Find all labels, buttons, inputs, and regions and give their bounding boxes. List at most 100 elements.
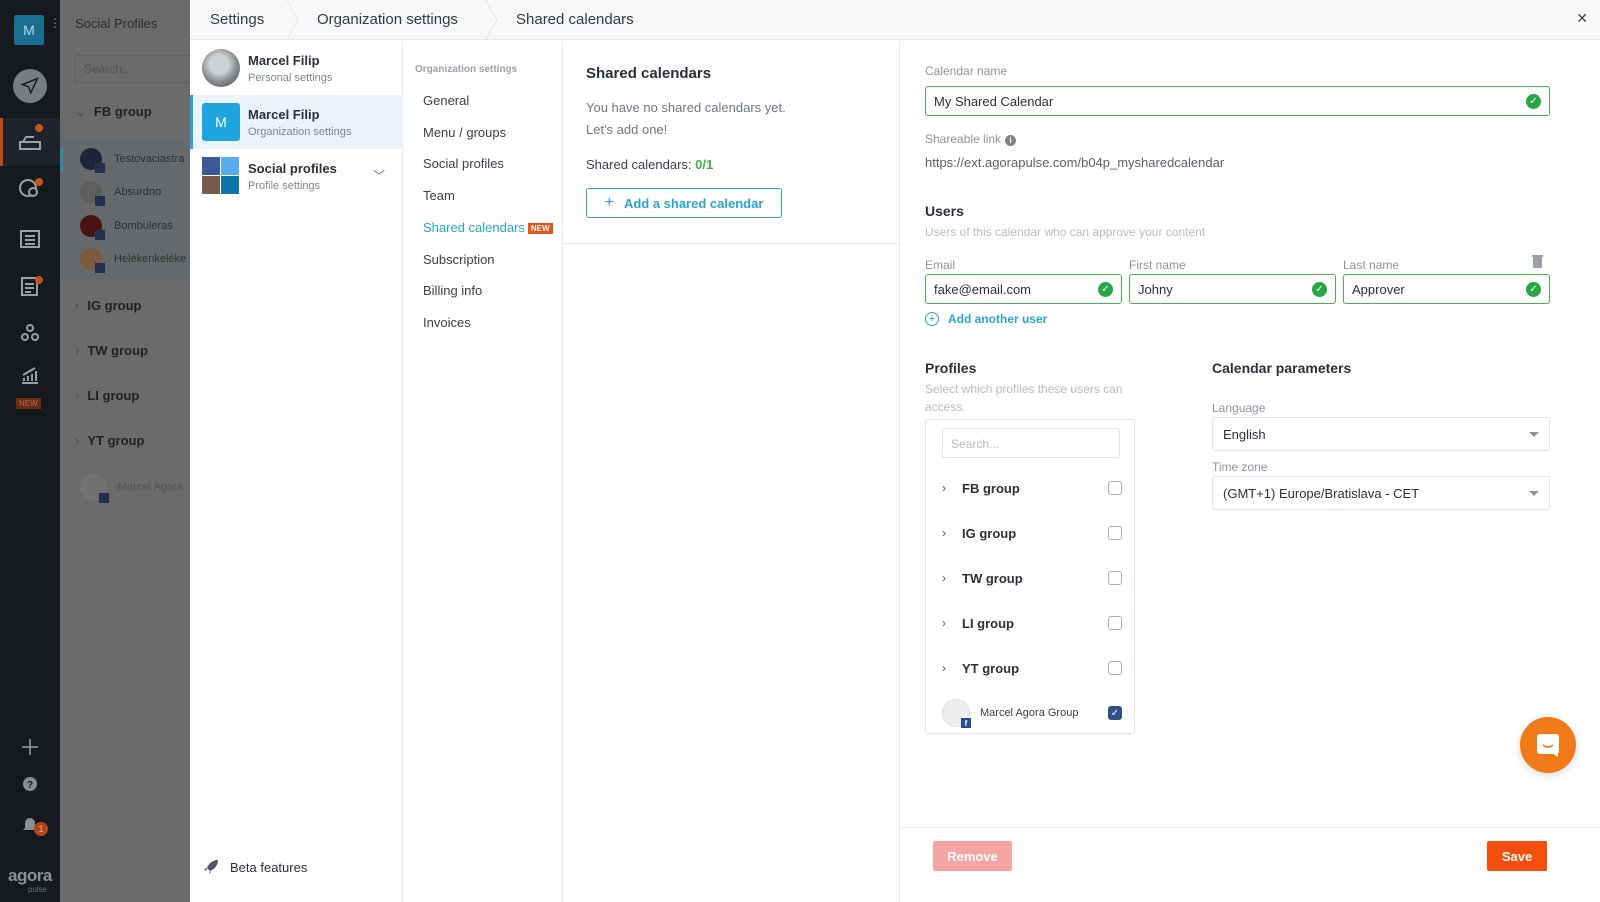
new-badge: NEW [527, 223, 553, 234]
language-label: Language [1212, 401, 1266, 415]
email-field[interactable]: fake@email.com ✓ [925, 274, 1122, 304]
sidebar-profile[interactable]: Helékenkelékе [80, 248, 186, 273]
add-icon[interactable] [10, 729, 50, 765]
breadcrumb-separator [286, 0, 299, 40]
sidebar-profile[interactable]: Bombuleras [80, 215, 173, 240]
listening-icon[interactable] [10, 170, 50, 206]
profile-group-checkbox[interactable] [1108, 526, 1122, 540]
chevron-right-icon[interactable]: › [942, 526, 962, 540]
sidebar-group-li[interactable]: › LI group [75, 388, 139, 403]
profile-avatar [80, 248, 105, 273]
plus-icon: + [604, 194, 614, 211]
user-avatar [202, 49, 240, 87]
chevron-right-icon[interactable]: › [942, 481, 962, 495]
breadcrumb-organization-settings[interactable]: Organization settings [317, 11, 458, 28]
account-list: Marcel Filip Personal settings M Marcel F… [190, 41, 403, 902]
profile-group-row[interactable]: › LI group [942, 613, 1122, 633]
calendar-icon[interactable] [10, 220, 50, 256]
empty-state-text: You have no shared calendars yet. [586, 100, 786, 115]
sidebar-group-ig[interactable]: › IG group [75, 298, 142, 313]
chat-icon [1537, 734, 1559, 757]
shareable-link[interactable]: https://ext.agorapulse.com/b04p_myshared… [925, 155, 1224, 170]
facebook-icon: f [961, 718, 971, 728]
account-social-profiles[interactable]: Social profiles Profile settings ﹀ [190, 149, 403, 203]
sidebar-group-fb[interactable]: ⌄ FB group [75, 104, 152, 120]
nav-item-social-profiles[interactable]: Social profiles [423, 156, 504, 171]
remove-button[interactable]: Remove [933, 841, 1012, 871]
profile-group-row[interactable]: › IG group [942, 523, 1122, 543]
reports-icon[interactable] [10, 268, 50, 304]
chevron-down-icon: ⌄ [75, 104, 86, 119]
info-icon[interactable]: i [1005, 135, 1017, 146]
nav-item-team[interactable]: Team [423, 188, 455, 203]
nav-item-menu-groups[interactable]: Menu / groups [423, 125, 506, 140]
valid-check-icon: ✓ [1526, 282, 1541, 297]
calendar-name-input[interactable]: My Shared Calendar ✓ [925, 86, 1550, 116]
add-shared-calendar-button[interactable]: + Add a shared calendar [586, 188, 782, 218]
profile-group-row[interactable]: › TW group [942, 568, 1122, 588]
chevron-right-icon: › [75, 388, 80, 403]
calendar-name-label: Calendar name [925, 64, 1008, 78]
sidebar-profile[interactable]: Absurdno [80, 181, 161, 206]
workspace-avatar[interactable]: M [14, 15, 44, 45]
first-name-field[interactable]: Johny ✓ [1129, 274, 1336, 304]
chevron-right-icon: › [75, 433, 80, 448]
chat-support-button[interactable] [1520, 717, 1576, 773]
nav-item-invoices[interactable]: Invoices [423, 315, 471, 330]
profile-avatar [80, 148, 105, 173]
analytics-icon[interactable] [10, 358, 50, 394]
profile-group-checkbox[interactable] [1108, 616, 1122, 630]
analytics-new-badge: NEW [16, 398, 41, 409]
trash-icon[interactable] [1532, 255, 1543, 268]
calendar-parameters-title: Calendar parameters [1212, 360, 1352, 376]
sidebar-group-yt[interactable]: › YT group [75, 433, 144, 448]
last-name-label: Last name [1343, 258, 1400, 272]
chevron-right-icon[interactable]: › [942, 661, 962, 675]
dropdown-arrow-icon [1529, 491, 1539, 496]
chevron-right-icon[interactable]: › [942, 571, 962, 585]
nav-item-general[interactable]: General [423, 93, 469, 108]
profile-group-checkbox[interactable] [1108, 571, 1122, 585]
rocket-icon [204, 860, 218, 874]
breadcrumb-settings[interactable]: Settings [210, 11, 264, 28]
nav-heading: Organization settings [415, 64, 518, 75]
nav-item-billing-info[interactable]: Billing info [423, 283, 482, 298]
profile-avatar [80, 181, 105, 206]
profile-group-row[interactable]: › YT group [942, 658, 1122, 678]
profile-row[interactable]: f Marcel Agora Group ✓ [942, 699, 1122, 728]
nav-item-shared-calendars[interactable]: Shared calendars NEW [423, 220, 553, 235]
breadcrumb-separator [485, 0, 498, 40]
close-icon[interactable]: ✕ [1576, 10, 1588, 27]
timezone-select[interactable]: (GMT+1) Europe/Bratislava - CET [1212, 476, 1550, 510]
valid-check-icon: ✓ [1526, 94, 1541, 109]
profiles-search-input[interactable]: Search... [75, 55, 190, 83]
team-icon[interactable] [10, 316, 50, 352]
nav-item-subscription[interactable]: Subscription [423, 252, 495, 267]
sidebar-profile[interactable]: Marcel Agora [80, 474, 183, 503]
account-personal-settings[interactable]: Marcel Filip Personal settings [190, 41, 403, 95]
chevron-down-icon[interactable]: ﹀ [373, 167, 385, 184]
sidebar-profile[interactable]: Testovaciastra [80, 148, 184, 173]
profile-group-checkbox[interactable] [1108, 661, 1122, 675]
profiles-search-input[interactable]: Search... [942, 428, 1120, 458]
profile-checkbox[interactable]: ✓ [1108, 706, 1122, 720]
save-button[interactable]: Save [1487, 841, 1547, 871]
language-select[interactable]: English [1212, 417, 1550, 451]
beta-features-link[interactable]: Beta features [202, 858, 307, 876]
profile-group-checkbox[interactable] [1108, 481, 1122, 495]
profile-group-row[interactable]: › FB group [942, 478, 1122, 498]
account-organization-settings[interactable]: M Marcel Filip Organization settings [190, 95, 403, 149]
calendar-form: Calendar name My Shared Calendar ✓ Sharea… [900, 41, 1600, 902]
add-another-user-button[interactable]: + Add another user [925, 312, 1047, 326]
notification-badge: 1 [34, 822, 48, 836]
publish-icon[interactable] [10, 68, 50, 104]
help-icon[interactable]: ? [10, 766, 50, 802]
profiles-title: Profiles [925, 360, 977, 376]
sidebar-group-tw[interactable]: › TW group [75, 343, 148, 358]
shared-calendars-list: Shared calendars You have no shared cale… [563, 41, 900, 902]
last-name-field[interactable]: Approver ✓ [1343, 274, 1550, 304]
chevron-right-icon[interactable]: › [942, 616, 962, 630]
workspace-menu-icon[interactable]: ⋮ [49, 17, 61, 29]
footer-divider [900, 827, 1600, 828]
inbox-icon[interactable] [10, 124, 50, 160]
